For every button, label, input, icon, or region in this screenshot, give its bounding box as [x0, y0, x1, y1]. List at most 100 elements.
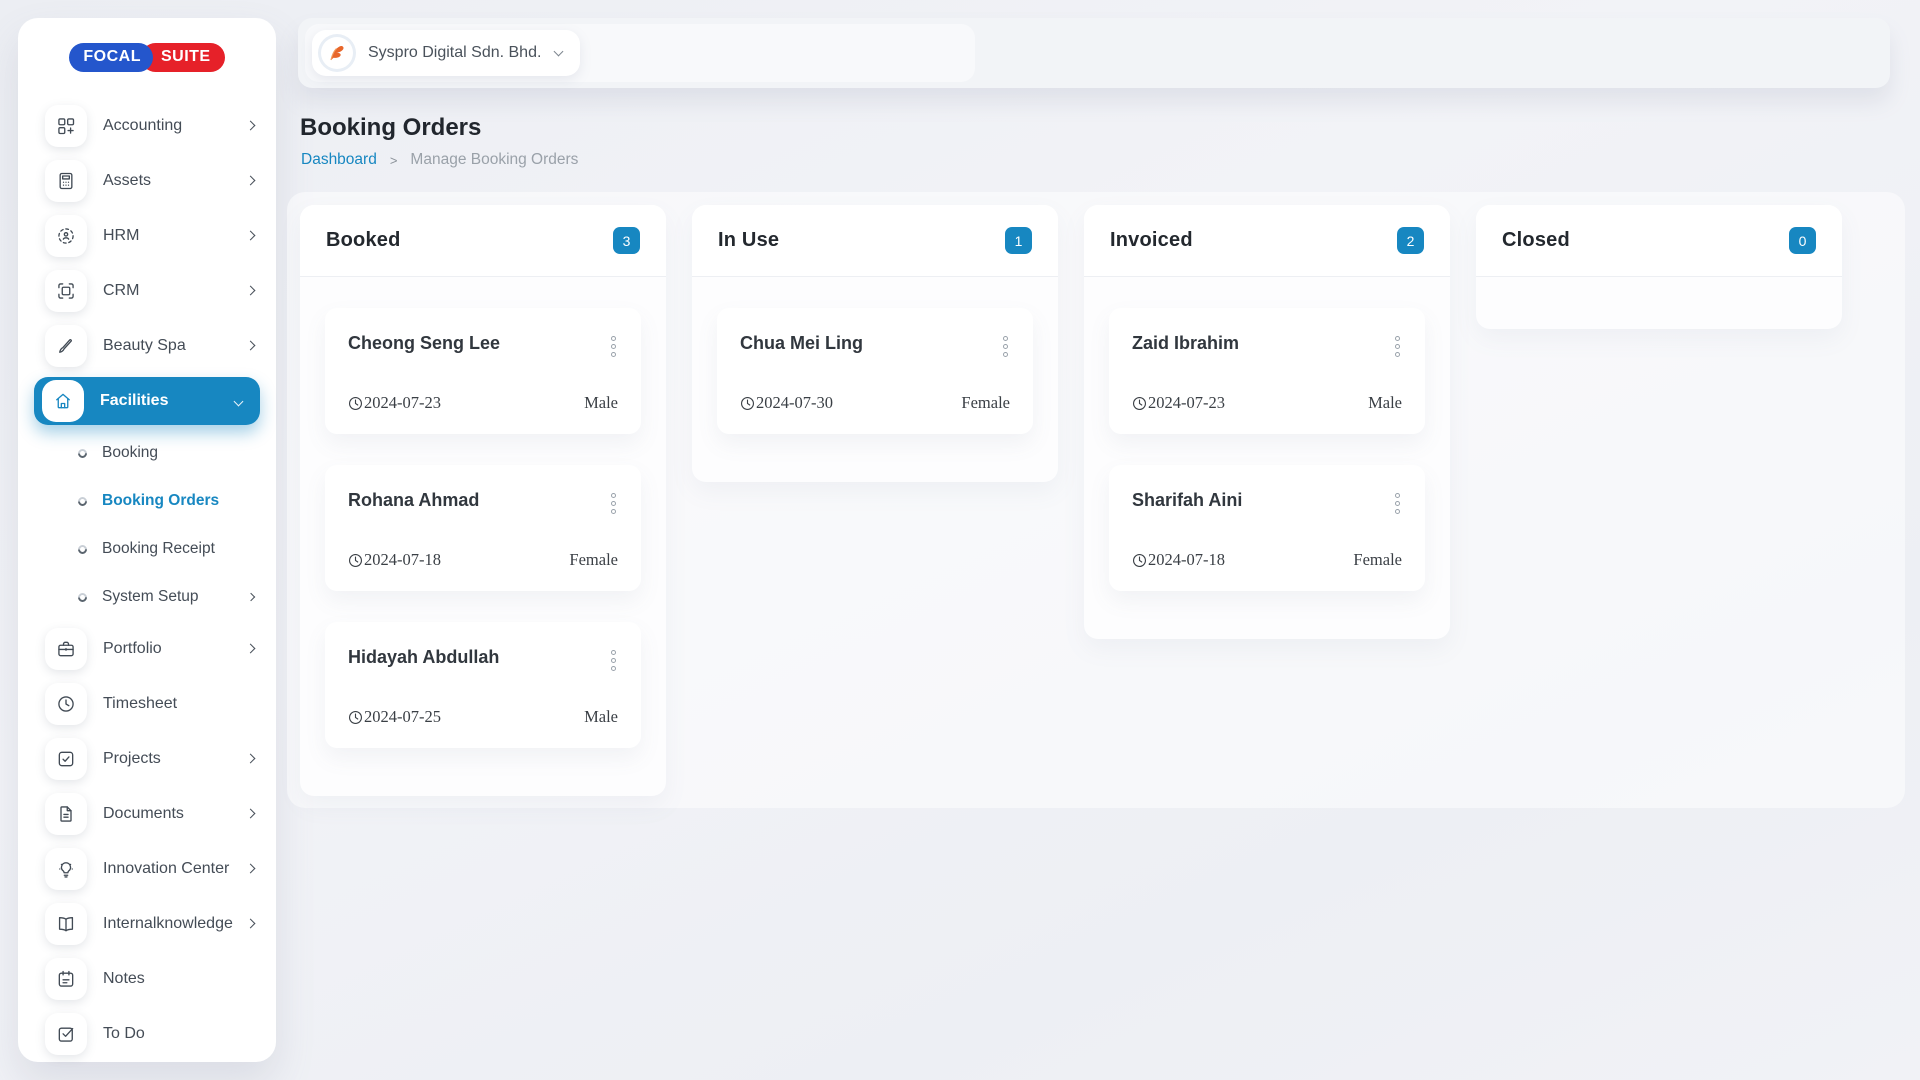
- sidebar-item-assets[interactable]: Assets: [18, 153, 276, 208]
- booking-card[interactable]: Chua Mei Ling 2024-07-30 Female: [717, 308, 1033, 434]
- sidebar-item-to-do[interactable]: To Do: [18, 1006, 276, 1061]
- bullet-icon: [76, 591, 89, 604]
- booking-card[interactable]: Rohana Ahmad 2024-07-18 Female: [325, 465, 641, 591]
- sidebar-item-internalknowledge[interactable]: Internalknowledge: [18, 896, 276, 951]
- card-date: 2024-07-25: [348, 707, 441, 727]
- chevron-right-icon: [246, 809, 256, 819]
- booking-card[interactable]: Hidayah Abdullah 2024-07-25 Male: [325, 622, 641, 748]
- chevron-right-icon: [246, 864, 256, 874]
- brush-icon: [45, 325, 87, 367]
- app-logo[interactable]: FOCAL SUITE: [18, 18, 276, 96]
- card-name: Cheong Seng Lee: [348, 333, 500, 354]
- sidebar: FOCAL SUITE Accounting Assets HRM: [18, 18, 276, 1062]
- column-body: Zaid Ibrahim 2024-07-23 Male Sharifah Ai…: [1084, 277, 1450, 639]
- sidebar-item-portfolio[interactable]: Portfolio: [18, 621, 276, 676]
- sidebar-nav: Accounting Assets HRM CRM: [18, 96, 276, 1061]
- sidebar-item-documents[interactable]: Documents: [18, 786, 276, 841]
- chevron-right-icon: [246, 644, 256, 654]
- kebab-menu-button[interactable]: [609, 647, 618, 674]
- chevron-right-icon: [246, 341, 256, 351]
- book-open-icon: [45, 903, 87, 945]
- card-name: Rohana Ahmad: [348, 490, 479, 511]
- column-header: Booked 3: [300, 205, 666, 277]
- sidebar-item-label: Accounting: [103, 117, 247, 135]
- booking-card[interactable]: Zaid Ibrahim 2024-07-23 Male: [1109, 308, 1425, 434]
- clock-icon: [45, 683, 87, 725]
- chevron-right-icon: [246, 121, 256, 131]
- sidebar-item-label: Timesheet: [103, 695, 254, 713]
- sidebar-item-label: To Do: [103, 1025, 254, 1043]
- sidebar-item-beauty-spa[interactable]: Beauty Spa: [18, 318, 276, 373]
- card-name: Zaid Ibrahim: [1132, 333, 1239, 354]
- check-square-icon: [45, 738, 87, 780]
- sidebar-subitem-label: Booking Receipt: [102, 540, 254, 558]
- clock-icon: [348, 710, 363, 725]
- kanban-board: Booked 3 Cheong Seng Lee 2024-07-23 Male: [287, 192, 1905, 808]
- sidebar-subitem-label: Booking Orders: [102, 492, 254, 510]
- column-body: Chua Mei Ling 2024-07-30 Female: [692, 277, 1058, 482]
- card-date: 2024-07-23: [348, 393, 441, 413]
- column-body: [1476, 277, 1842, 329]
- clock-icon: [1132, 396, 1147, 411]
- kanban-column-closed: Closed 0: [1476, 205, 1842, 329]
- sidebar-item-label: HRM: [103, 227, 247, 245]
- sidebar-item-label: Internalknowledge: [103, 915, 247, 933]
- card-gender: Male: [584, 393, 618, 413]
- column-title: Invoiced: [1110, 229, 1193, 252]
- card-gender: Female: [961, 393, 1010, 413]
- sidebar-item-crm[interactable]: CRM: [18, 263, 276, 318]
- sidebar-subitem-label: System Setup: [102, 588, 248, 606]
- card-name: Sharifah Aini: [1132, 490, 1242, 511]
- sidebar-item-hrm[interactable]: HRM: [18, 208, 276, 263]
- home-icon: [42, 380, 84, 422]
- breadcrumb-separator: >: [390, 153, 398, 168]
- sidebar-item-label: Beauty Spa: [103, 337, 247, 355]
- card-gender: Female: [569, 550, 618, 570]
- column-header: Closed 0: [1476, 205, 1842, 277]
- sidebar-item-timesheet[interactable]: Timesheet: [18, 676, 276, 731]
- logo-left-pill: FOCAL: [69, 43, 153, 72]
- booking-card[interactable]: Sharifah Aini 2024-07-18 Female: [1109, 465, 1425, 591]
- sidebar-subitem-booking-orders[interactable]: Booking Orders: [18, 477, 276, 525]
- kebab-menu-button[interactable]: [609, 490, 618, 517]
- booking-card[interactable]: Cheong Seng Lee 2024-07-23 Male: [325, 308, 641, 434]
- column-header: In Use 1: [692, 205, 1058, 277]
- card-gender: Male: [1368, 393, 1402, 413]
- chevron-down-icon: [234, 396, 244, 406]
- breadcrumb-link-dashboard[interactable]: Dashboard: [301, 151, 377, 169]
- card-gender: Male: [584, 707, 618, 727]
- chevron-right-icon: [247, 593, 255, 601]
- sidebar-item-label: Documents: [103, 805, 247, 823]
- company-selector[interactable]: Syspro Digital Sdn. Bhd.: [312, 30, 580, 76]
- kanban-column-invoiced: Invoiced 2 Zaid Ibrahim 2024-07-23 Male: [1084, 205, 1450, 639]
- kebab-menu-button[interactable]: [1001, 333, 1010, 360]
- sidebar-subitem-booking[interactable]: Booking: [18, 429, 276, 477]
- chevron-right-icon: [246, 176, 256, 186]
- kebab-menu-button[interactable]: [1393, 490, 1402, 517]
- breadcrumb-current: Manage Booking Orders: [410, 151, 578, 169]
- bullet-icon: [76, 447, 89, 460]
- sidebar-subitem-system-setup[interactable]: System Setup: [18, 573, 276, 621]
- sidebar-item-innovation-center[interactable]: Innovation Center: [18, 841, 276, 896]
- chevron-right-icon: [246, 919, 256, 929]
- sidebar-item-label: Innovation Center: [103, 860, 247, 878]
- page-title: Booking Orders: [300, 114, 481, 142]
- card-gender: Female: [1353, 550, 1402, 570]
- sidebar-subitem-booking-receipt[interactable]: Booking Receipt: [18, 525, 276, 573]
- clock-icon: [348, 396, 363, 411]
- clock-icon: [348, 553, 363, 568]
- sidebar-item-facilities[interactable]: Facilities: [34, 377, 260, 425]
- card-name: Chua Mei Ling: [740, 333, 863, 354]
- chevron-right-icon: [246, 754, 256, 764]
- sidebar-item-projects[interactable]: Projects: [18, 731, 276, 786]
- sidebar-item-label: Projects: [103, 750, 247, 768]
- file-text-icon: [45, 793, 87, 835]
- bullet-icon: [76, 543, 89, 556]
- sidebar-item-notes[interactable]: Notes: [18, 951, 276, 1006]
- clock-icon: [740, 396, 755, 411]
- sidebar-item-label: Notes: [103, 970, 254, 988]
- sidebar-item-accounting[interactable]: Accounting: [18, 98, 276, 153]
- kebab-menu-button[interactable]: [609, 333, 618, 360]
- kebab-menu-button[interactable]: [1393, 333, 1402, 360]
- breadcrumb: Dashboard > Manage Booking Orders: [301, 151, 578, 169]
